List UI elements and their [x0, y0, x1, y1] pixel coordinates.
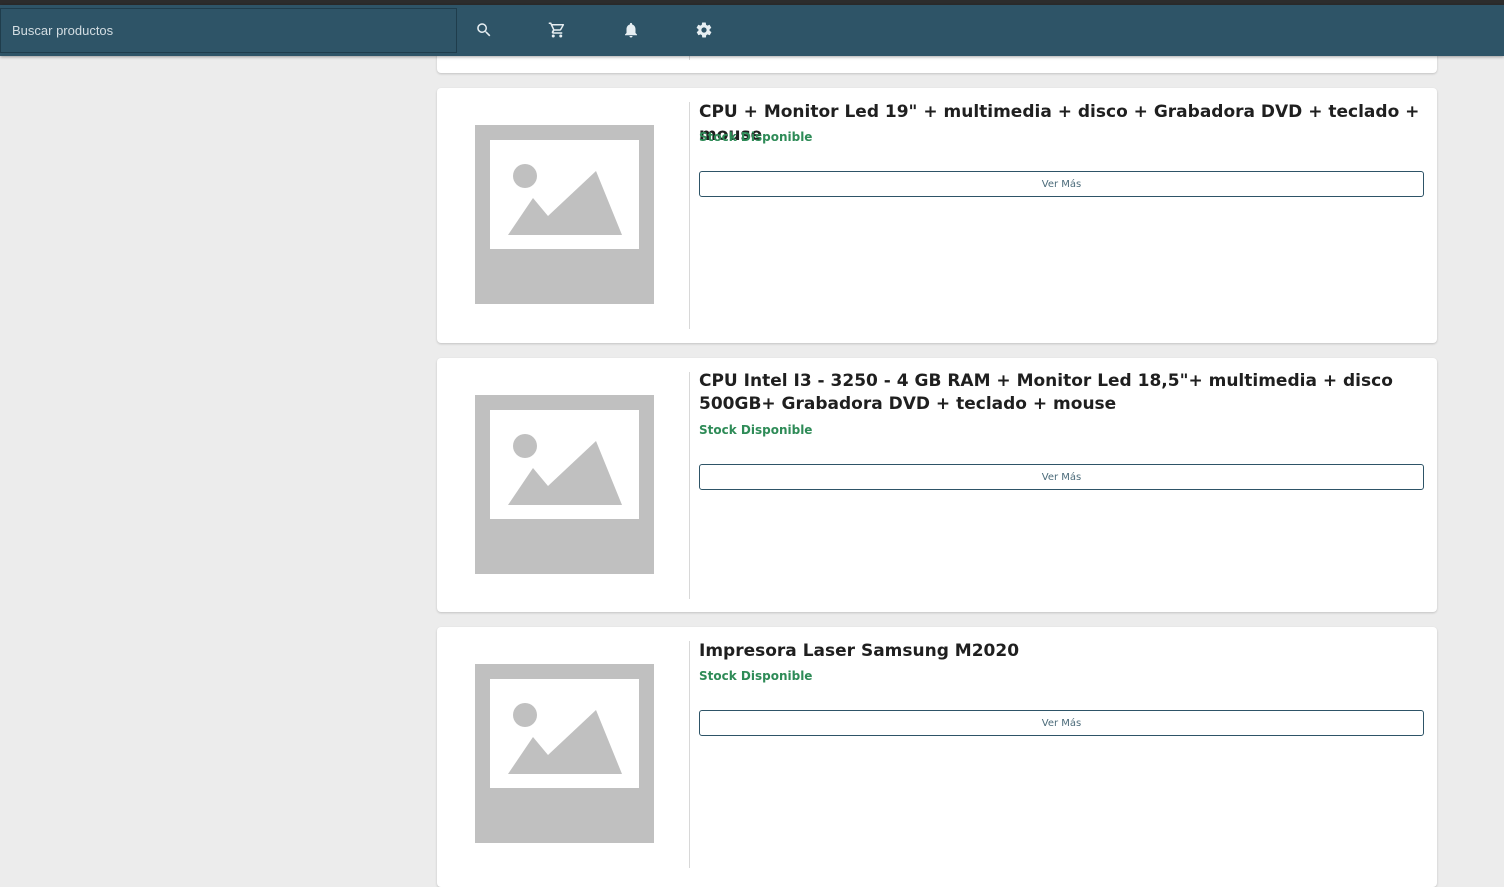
product-card: CPU Intel I3 - 3250 - 4 GB RAM + Monitor… — [437, 358, 1437, 612]
top-navbar — [0, 5, 1504, 56]
product-card: Impresora Laser Samsung M2020 Stock Disp… — [437, 627, 1437, 887]
card-divider — [689, 102, 690, 329]
image-placeholder-icon — [475, 125, 654, 304]
image-placeholder-icon — [475, 664, 654, 843]
product-title[interactable]: Impresora Laser Samsung M2020 — [699, 640, 1424, 663]
gear-icon[interactable] — [693, 19, 715, 41]
cart-icon[interactable] — [546, 19, 568, 41]
ver-mas-button[interactable]: Ver Más — [699, 710, 1424, 736]
stock-status: Stock Disponible — [699, 130, 813, 144]
search-icon[interactable] — [473, 19, 495, 41]
stock-status: Stock Disponible — [699, 423, 813, 437]
card-divider — [689, 641, 690, 868]
search-input[interactable] — [0, 8, 457, 53]
ver-mas-button[interactable]: Ver Más — [699, 171, 1424, 197]
product-title[interactable]: CPU Intel I3 - 3250 - 4 GB RAM + Monitor… — [699, 370, 1424, 416]
bell-icon[interactable] — [620, 19, 642, 41]
card-divider — [689, 372, 690, 599]
image-placeholder-icon — [475, 395, 654, 574]
ver-mas-button[interactable]: Ver Más — [699, 464, 1424, 490]
product-card: CPU + Monitor Led 19" + multimedia + dis… — [437, 88, 1437, 343]
stock-status: Stock Disponible — [699, 669, 813, 683]
